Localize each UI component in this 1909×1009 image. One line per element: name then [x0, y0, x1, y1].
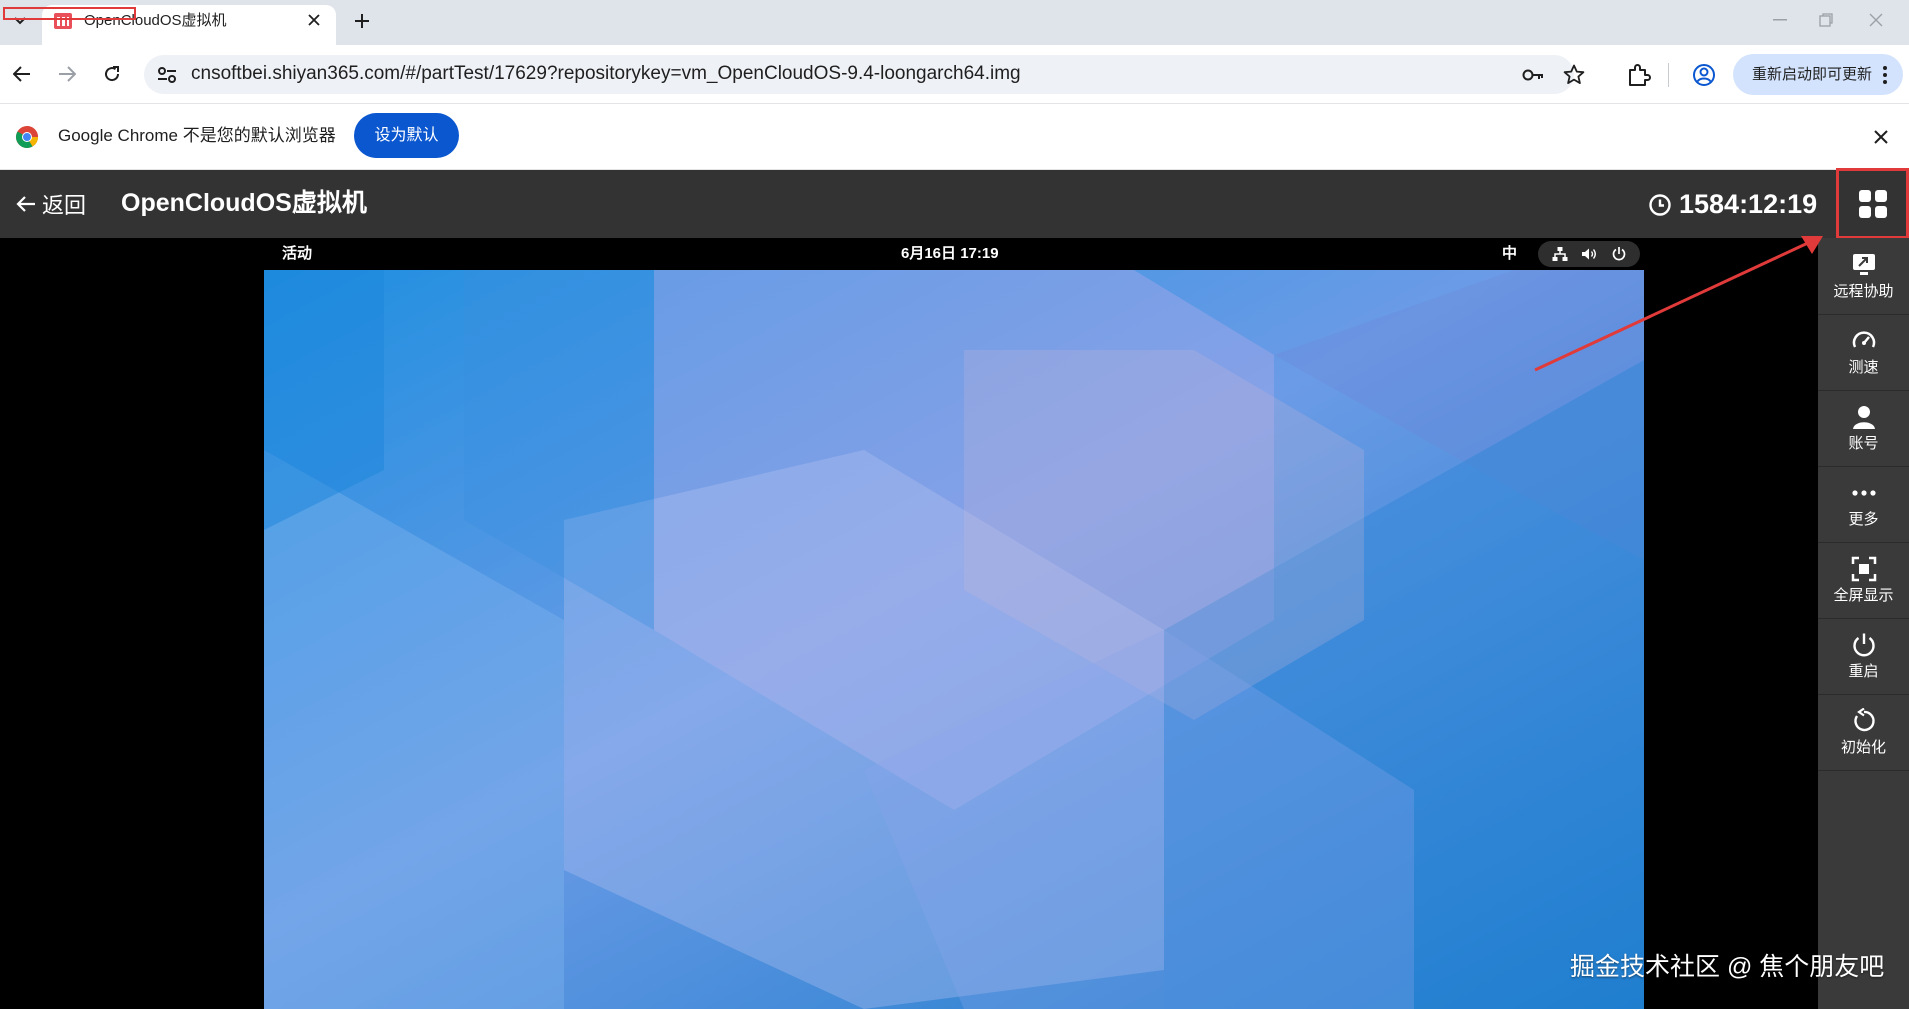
activities-button[interactable]: 活动	[282, 243, 312, 265]
back-button[interactable]: 返回	[16, 187, 86, 221]
back-label: 返回	[42, 193, 87, 218]
bookmark-star-icon[interactable]	[1562, 63, 1586, 87]
back-nav-button[interactable]	[5, 57, 39, 91]
window-close-button[interactable]	[1853, 6, 1899, 34]
sidebar-item-speed-test[interactable]: 测速	[1818, 316, 1909, 391]
toolbar-divider	[1668, 63, 1669, 87]
sidebar-item-label: 全屏显示	[1833, 587, 1894, 604]
remaining-time: 1584:12:19	[1679, 189, 1818, 219]
toolbox-grid-button[interactable]	[1836, 168, 1909, 239]
password-key-icon[interactable]	[1521, 63, 1545, 87]
sidebar-item-label: 测速	[1848, 359, 1879, 376]
extensions-puzzle-icon[interactable]	[1624, 61, 1652, 89]
reload-button[interactable]	[95, 57, 129, 91]
minimize-icon	[1773, 19, 1787, 21]
arrow-right-icon	[59, 66, 76, 82]
profile-avatar-icon[interactable]	[1690, 61, 1718, 89]
volume-icon	[1582, 248, 1596, 260]
plus-icon	[355, 14, 369, 28]
power-icon	[1852, 633, 1875, 657]
sidebar-item-label: 重启	[1848, 663, 1879, 680]
tab-close-button[interactable]	[304, 10, 324, 30]
sidebar-item-label: 初始化	[1840, 739, 1886, 756]
forward-nav-button[interactable]	[50, 57, 84, 91]
page-title: OpenCloudOS虚拟机	[121, 189, 367, 217]
new-tab-button[interactable]	[348, 7, 376, 35]
annotation-highlight-box	[3, 7, 136, 20]
minimize-button[interactable]	[1757, 6, 1803, 34]
arrow-left-icon	[13, 66, 30, 82]
fullscreen-icon	[1851, 556, 1876, 582]
power-icon	[1612, 247, 1625, 261]
user-icon	[1852, 406, 1875, 429]
sidebar-item-more[interactable]: 更多	[1818, 468, 1909, 543]
restore-icon	[1819, 13, 1833, 27]
browser-menu-kebab-icon[interactable]	[1878, 63, 1892, 87]
more-dots-icon	[1851, 490, 1876, 496]
input-method-indicator[interactable]: 中	[1502, 243, 1517, 265]
url-text[interactable]: cnsoftbei.shiyan365.com/#/partTest/17629…	[191, 62, 1021, 86]
network-wired-icon	[1552, 247, 1567, 261]
speedometer-icon	[1852, 331, 1875, 348]
set-default-button[interactable]: 设为默认	[354, 113, 459, 158]
close-icon	[308, 14, 320, 26]
clock-icon	[1648, 193, 1672, 217]
restore-button[interactable]	[1803, 6, 1849, 34]
site-info-button[interactable]	[156, 64, 178, 86]
close-icon	[1869, 13, 1883, 27]
vm-clock[interactable]: 6月16日 17:19	[901, 243, 999, 265]
remote-assist-icon	[1852, 254, 1875, 275]
sidebar-item-label: 远程协助	[1833, 283, 1894, 300]
chrome-logo-icon	[15, 125, 39, 149]
reset-icon	[1853, 708, 1875, 732]
sidebar-item-label: 账号	[1848, 435, 1879, 452]
desktop-wallpaper	[264, 270, 1644, 1009]
tune-icon	[158, 67, 176, 83]
arrow-left-icon	[16, 196, 35, 212]
reload-icon	[105, 66, 120, 82]
infobar-close-icon[interactable]	[1870, 126, 1892, 148]
sidebar-item-label: 更多	[1848, 511, 1879, 528]
sidebar-item-restart[interactable]: 重启	[1818, 620, 1909, 695]
system-status-menu[interactable]	[1538, 241, 1640, 267]
sidebar-item-initialize[interactable]: 初始化	[1818, 696, 1909, 771]
relaunch-update-label: 重新启动即可更新	[1752, 66, 1873, 83]
sidebar-item-fullscreen[interactable]: 全屏显示	[1818, 544, 1909, 619]
grid-icon	[1858, 189, 1887, 218]
infobar-message: Google Chrome 不是您的默认浏览器	[58, 126, 336, 145]
watermark-text: 掘金技术社区 @ 焦个朋友吧	[1570, 953, 1885, 981]
sidebar-item-account[interactable]: 账号	[1818, 392, 1909, 467]
sidebar-item-remote-assist[interactable]: 远程协助	[1818, 240, 1909, 315]
